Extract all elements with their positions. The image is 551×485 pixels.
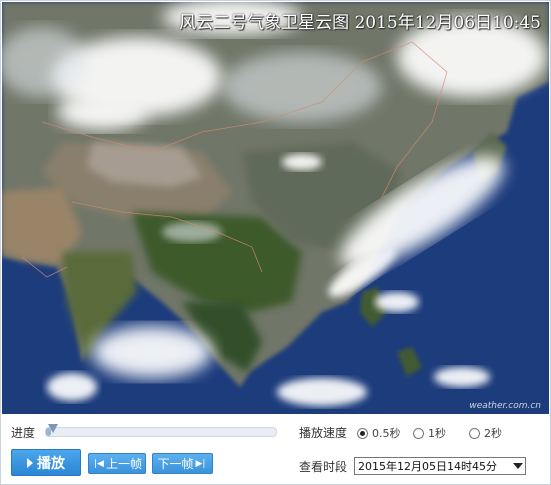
skip-forward-icon: ▶| (195, 458, 206, 469)
skip-back-icon: |◀ (94, 458, 104, 469)
speed-option-1s[interactable]: 1秒 (413, 425, 446, 441)
play-label: 播放 (37, 455, 65, 472)
radio-icon[interactable] (469, 427, 480, 439)
progress-handle[interactable] (47, 424, 58, 433)
next-frame-button[interactable]: 下一帧 ▶| (152, 453, 213, 474)
progress-slider[interactable] (45, 424, 277, 437)
image-title: 风云二号气象卫星云图 2015年12月06日10:45 (179, 13, 541, 33)
time-range-select[interactable]: 2015年12月05日14时45分 (354, 457, 526, 475)
satellite-viewer: 风云二号气象卫星云图 2015年12月06日10:45 weather.com.… (0, 0, 551, 485)
time-range-label: 查看时段 (299, 460, 348, 474)
watermark: weather.com.cn (469, 401, 541, 411)
speed-option-label: 1秒 (428, 427, 446, 440)
time-range-value: 2015年12月05日14时45分 (358, 460, 497, 473)
chevron-down-icon[interactable] (510, 458, 525, 474)
progress-label: 进度 (11, 426, 36, 440)
prev-frame-label: 上一帧 (105, 457, 142, 471)
radio-icon[interactable] (413, 427, 424, 439)
play-icon (27, 457, 33, 468)
prev-frame-button[interactable]: |◀ 上一帧 (88, 453, 146, 474)
cloud-map (2, 2, 549, 414)
radio-selected-icon[interactable] (357, 427, 368, 439)
satellite-image: 风云二号气象卫星云图 2015年12月06日10:45 weather.com.… (2, 2, 549, 414)
speed-option-label: 2秒 (484, 427, 502, 440)
speed-option-2s[interactable]: 2秒 (469, 425, 502, 441)
speed-option-label: 0.5秒 (372, 427, 401, 440)
speed-label: 播放速度 (299, 426, 348, 440)
play-button[interactable]: 播放 (11, 449, 81, 476)
next-frame-label: 下一帧 (157, 457, 194, 471)
speed-option-0-5s[interactable]: 0.5秒 (357, 425, 401, 441)
playback-controls: 进度 播放速度 0.5秒 1秒 2秒 播放 |◀ 上一帧 下一帧 ▶| 查看时段… (1, 415, 550, 484)
